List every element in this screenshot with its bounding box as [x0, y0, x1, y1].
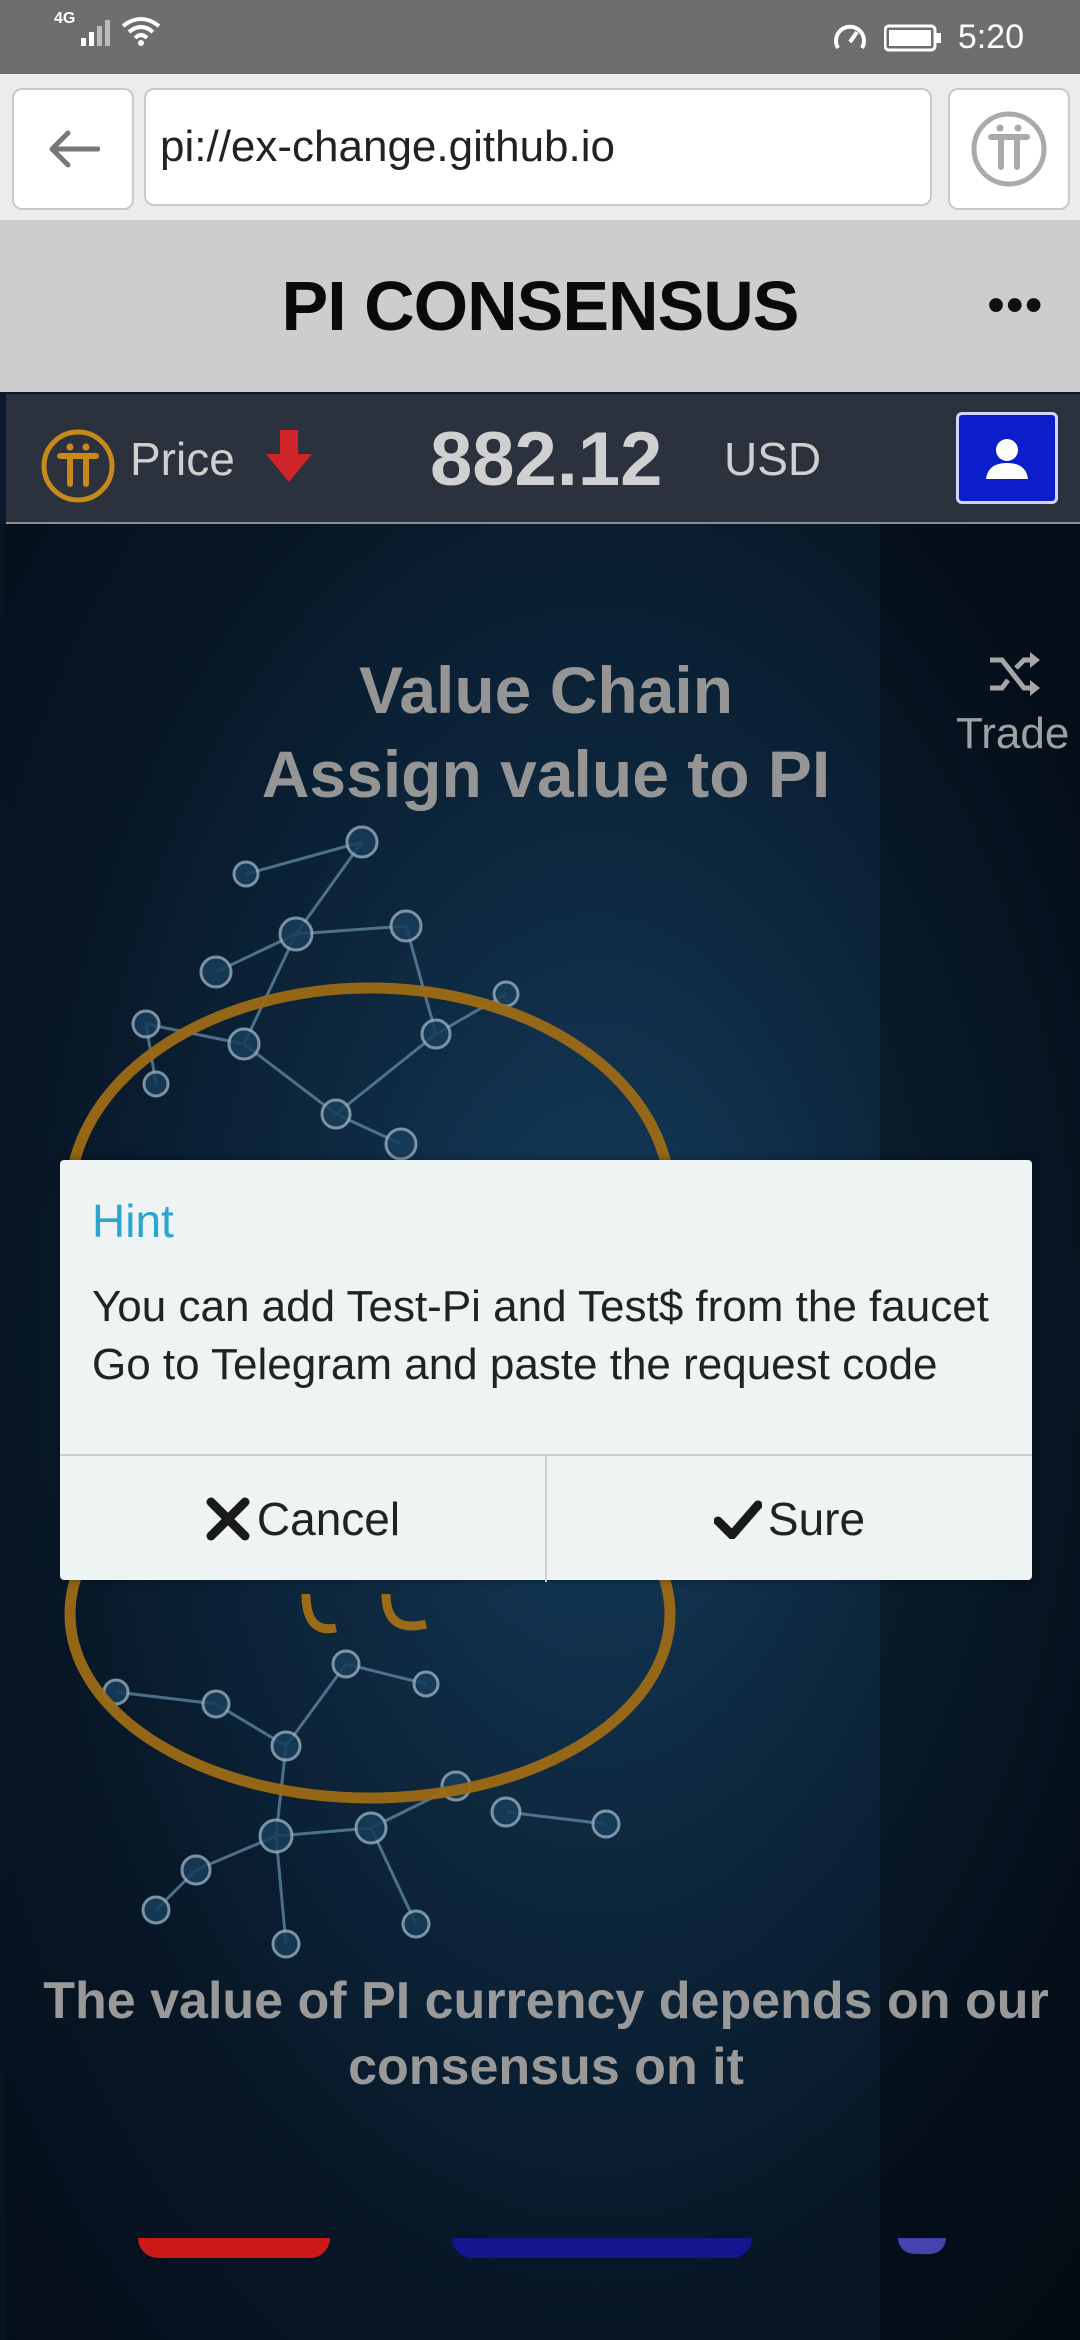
dialog-actions: Cancel Sure [60, 1454, 1032, 1582]
price-unit: USD [724, 433, 822, 485]
pi-browser-button[interactable] [948, 88, 1070, 210]
user-profile-button[interactable] [956, 412, 1058, 504]
price-value: 882.12 [430, 417, 663, 502]
browser-bar: pi://ex-change.github.io [0, 74, 1080, 222]
sure-label: Sure [767, 1493, 866, 1545]
bottom-blue-button[interactable] [452, 2238, 752, 2258]
back-arrow-icon [49, 130, 100, 168]
network-type: 4G [54, 10, 76, 27]
sure-button[interactable]: Sure [545, 1456, 1032, 1582]
back-button[interactable] [12, 88, 134, 210]
status-bar: 4G 5:20 [0, 0, 1080, 74]
bottom-red-button[interactable] [138, 2238, 330, 2258]
cancel-label: Cancel [256, 1493, 401, 1545]
user-icon [986, 439, 1028, 479]
dialog-message: You can add Test-Pi and Test$ from the f… [92, 1278, 1012, 1394]
dialog-message-line2: Go to Telegram and paste the request cod… [92, 1340, 938, 1389]
app-header: PI CONSENSUS ••• [0, 222, 1080, 392]
dialog-message-line1: You can add Test-Pi and Test$ from the f… [92, 1282, 989, 1331]
dialog-title: Hint [92, 1195, 174, 1247]
clock: 5:20 [957, 18, 1024, 56]
more-menu-button[interactable]: ••• [988, 278, 1044, 333]
cancel-button[interactable]: Cancel [60, 1456, 545, 1582]
data-saver-icon [833, 24, 866, 49]
wifi-icon [122, 17, 161, 46]
page-title: PI CONSENSUS [281, 267, 800, 345]
hint-dialog: Hint You can add Test-Pi and Test$ from … [60, 1160, 1032, 1582]
price-label: Price [130, 433, 235, 485]
pi-logo-icon [971, 111, 1047, 187]
url-text: pi://ex-change.github.io [160, 122, 615, 171]
price-bar: Price 882.12 USD [6, 394, 1080, 524]
check-icon [713, 1500, 762, 1539]
url-field[interactable]: pi://ex-change.github.io [144, 88, 932, 206]
pi-coin-icon [41, 429, 115, 503]
close-icon [206, 1497, 250, 1541]
battery-icon [883, 24, 941, 51]
signal-icon [81, 20, 111, 46]
price-down-arrow-icon [266, 430, 312, 482]
